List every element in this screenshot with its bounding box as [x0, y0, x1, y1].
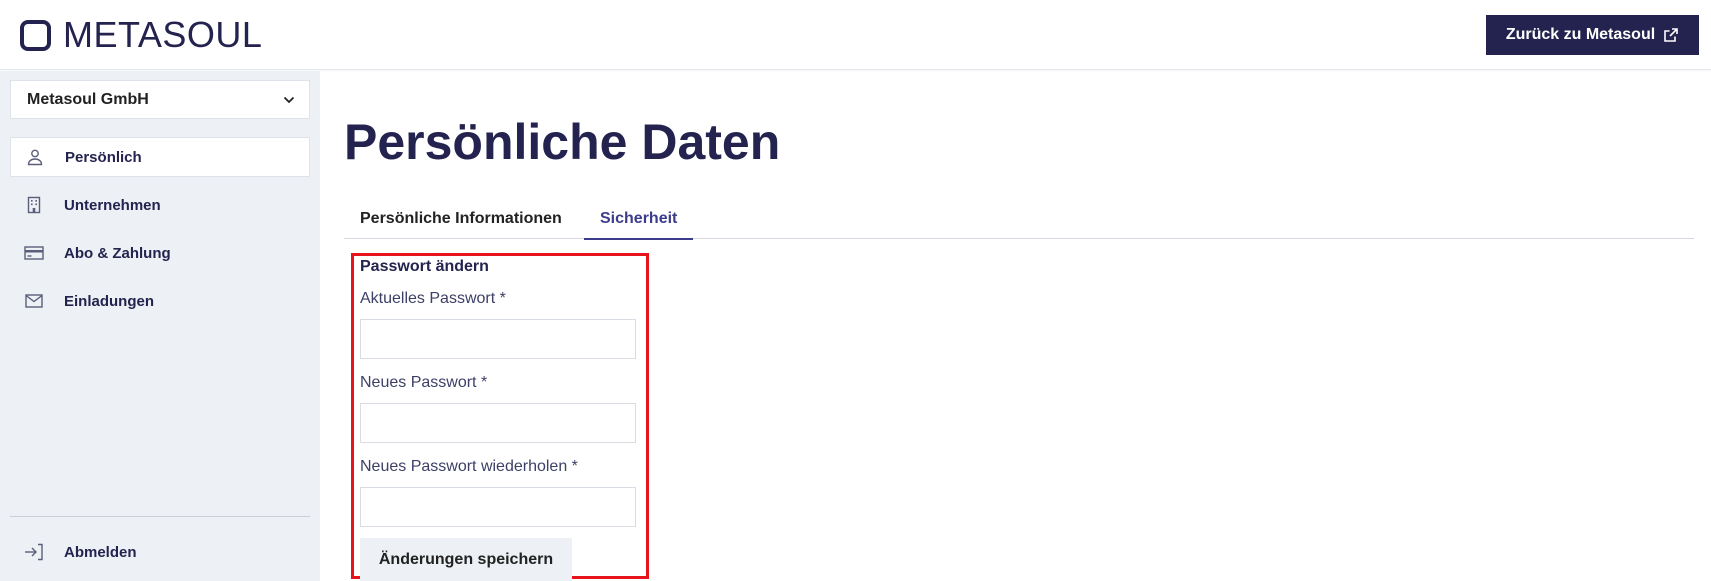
- sidebar-item-label: Abo & Zahlung: [64, 244, 171, 262]
- credit-card-icon: [24, 243, 44, 263]
- company-select[interactable]: Metasoul GmbH: [10, 80, 310, 119]
- company-select-label: Metasoul GmbH: [27, 90, 149, 108]
- sidebar-item-persoenlich[interactable]: Persönlich: [10, 137, 310, 177]
- new-password-label: Neues Passwort *: [360, 374, 488, 391]
- page-title: Persönliche Daten: [344, 114, 781, 170]
- chevron-down-icon: [283, 91, 295, 109]
- sidebar: Metasoul GmbH Persönlich Unternehmen Abo…: [0, 71, 320, 581]
- sidebar-item-label: Unternehmen: [64, 196, 161, 214]
- save-changes-button[interactable]: Änderungen speichern: [360, 538, 572, 581]
- back-to-metasoul-button[interactable]: Zurück zu Metasoul: [1486, 15, 1699, 55]
- sidebar-item-unternehmen[interactable]: Unternehmen: [10, 185, 310, 225]
- repeat-password-input[interactable]: [360, 487, 636, 527]
- external-link-icon: [1663, 27, 1679, 43]
- tab-persoenliche-informationen[interactable]: Persönliche Informationen: [344, 200, 578, 239]
- user-icon: [25, 147, 45, 167]
- sidebar-item-label: Abmelden: [64, 543, 137, 561]
- sidebar-item-einladungen[interactable]: Einladungen: [10, 281, 310, 321]
- sidebar-item-abmelden[interactable]: Abmelden: [10, 532, 310, 572]
- top-header: METASOUL Zurück zu Metasoul: [0, 0, 1711, 70]
- current-password-input[interactable]: [360, 319, 636, 359]
- logo-mark-icon: [20, 19, 51, 51]
- current-password-label: Aktuelles Passwort *: [360, 290, 506, 307]
- building-icon: [24, 195, 44, 215]
- envelope-icon: [24, 291, 44, 311]
- back-button-label: Zurück zu Metasoul: [1505, 26, 1656, 43]
- new-password-input[interactable]: [360, 403, 636, 443]
- tab-sicherheit[interactable]: Sicherheit: [584, 200, 694, 240]
- logout-icon: [24, 542, 44, 562]
- sidebar-divider: [10, 516, 310, 517]
- sidebar-item-label: Einladungen: [64, 292, 154, 310]
- repeat-password-label: Neues Passwort wiederholen *: [360, 458, 578, 475]
- tab-bar: Persönliche Informationen Sicherheit: [344, 200, 1694, 240]
- metasoul-logo[interactable]: METASOUL: [20, 17, 262, 53]
- sidebar-item-label: Persönlich: [65, 148, 142, 166]
- logo-text: METASOUL: [63, 14, 263, 55]
- section-title: Passwort ändern: [360, 258, 489, 275]
- sidebar-item-abo-zahlung[interactable]: Abo & Zahlung: [10, 233, 310, 273]
